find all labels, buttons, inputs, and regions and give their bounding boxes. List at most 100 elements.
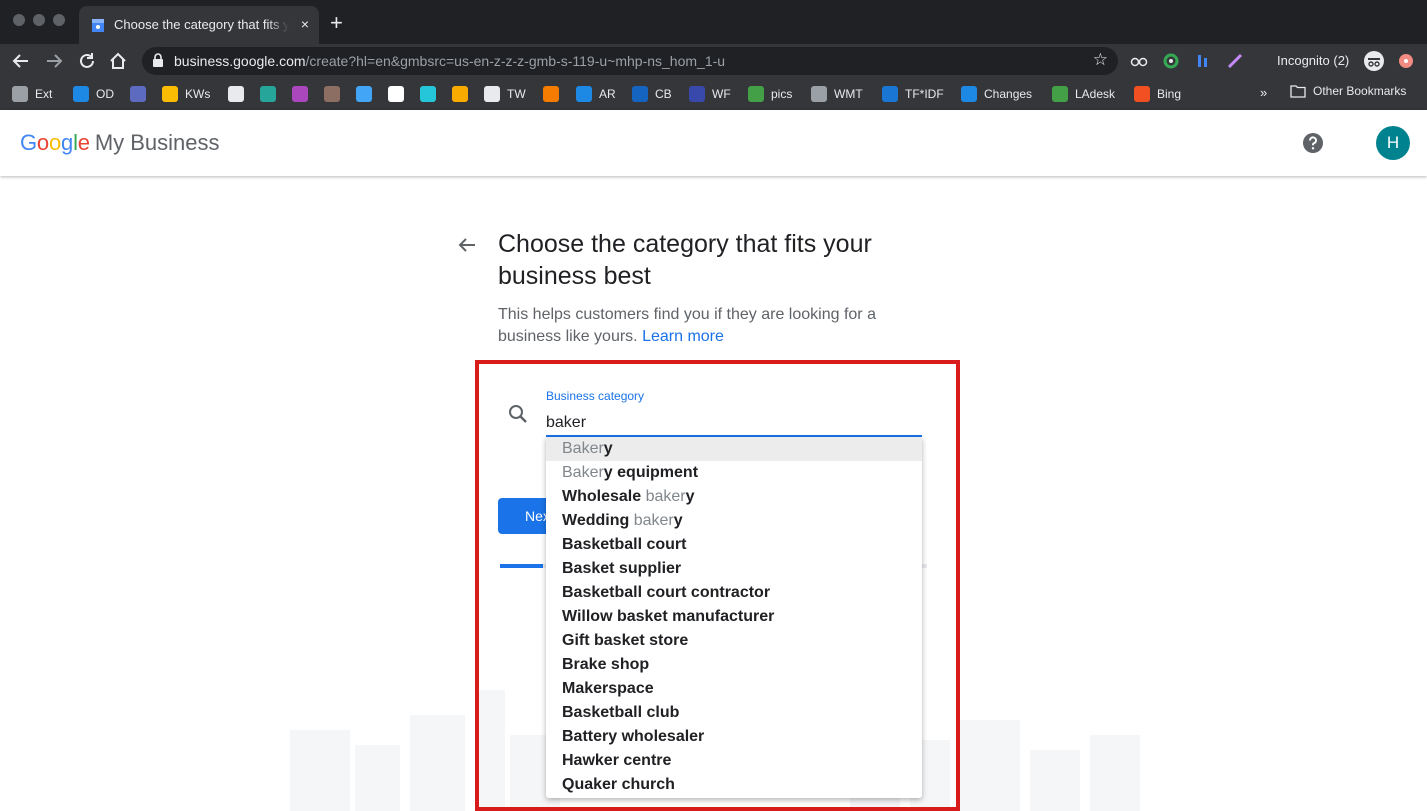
category-suggestion[interactable]: Bakery (546, 437, 922, 461)
extension-glasses-icon[interactable] (1130, 52, 1148, 70)
browser-toolbar: business.google.com/create?hl=en&gmbsrc=… (0, 44, 1427, 78)
window-close-dot[interactable] (13, 14, 25, 26)
bookmark-favicon-icon (260, 86, 276, 102)
bookmark-favicon-icon (632, 86, 648, 102)
bookmark-item[interactable] (260, 84, 276, 104)
category-suggestion[interactable]: Makerspace (546, 677, 922, 701)
product-name: My Business (94, 130, 220, 155)
category-suggestion[interactable]: Brake shop (546, 653, 922, 677)
bookmark-item[interactable]: Changes (961, 84, 1032, 104)
back-arrow-icon[interactable] (455, 233, 479, 257)
browser-tab-strip: Choose the category that fits your busin… (0, 0, 1427, 44)
bookmark-item[interactable] (388, 84, 404, 104)
bookmark-favicon-icon (292, 86, 308, 102)
new-tab-button[interactable]: + (330, 12, 343, 34)
bookmark-item[interactable]: LAdesk (1052, 84, 1115, 104)
bookmark-label: Bing (1157, 87, 1182, 101)
bookmark-favicon-icon (356, 86, 372, 102)
category-suggestion[interactable]: Gift basket store (546, 629, 922, 653)
profile-dot-icon[interactable] (1397, 52, 1415, 70)
learn-more-link[interactable]: Learn more (642, 328, 724, 345)
category-suggestion[interactable]: Wedding bakery (546, 509, 922, 533)
page-subtitle: This helps customers find you if they ar… (498, 304, 898, 348)
bookmark-item[interactable]: OD (73, 84, 114, 104)
bookmark-favicon-icon (420, 86, 436, 102)
logo-letter: e (77, 130, 90, 155)
bookmarks-bar: » Other Bookmarks Ext OD KWs TW AR CB WF pics WM… (0, 78, 1427, 110)
category-suggestion[interactable]: Bakery equipment (546, 461, 922, 485)
bookmark-item[interactable]: CB (632, 84, 672, 104)
bookmark-favicon-icon (73, 86, 89, 102)
business-category-label: Business category (546, 389, 645, 403)
extension-bars-icon[interactable] (1195, 52, 1213, 70)
suggestion-text: y (673, 512, 683, 529)
address-bar[interactable]: business.google.com/create?hl=en&gmbsrc=… (142, 47, 1118, 75)
suggestion-text: Makerspace (562, 680, 654, 697)
account-avatar[interactable]: H (1376, 126, 1410, 160)
category-suggestion[interactable]: Basket supplier (546, 557, 922, 581)
category-suggestion[interactable]: Battery wholesaler (546, 725, 922, 749)
reload-icon[interactable] (76, 50, 98, 72)
category-suggestion[interactable]: Quaker church (546, 773, 922, 797)
url-text: business.google.com/create?hl=en&gmbsrc=… (174, 53, 725, 69)
tab-title: Choose the category that fits your busin… (114, 17, 289, 32)
suggestion-text: Wedding (562, 512, 634, 529)
help-icon[interactable] (1302, 132, 1324, 154)
bookmark-item[interactable]: Bing (1134, 84, 1181, 104)
bookmarks-overflow-icon[interactable]: » (1260, 85, 1267, 100)
bookmark-item[interactable]: TW (484, 84, 526, 104)
bookmark-favicon-icon (324, 86, 340, 102)
bookmark-favicon-icon (130, 86, 146, 102)
bookmark-label: KWs (185, 87, 211, 101)
category-suggestion[interactable]: Basketball court contractor (546, 581, 922, 605)
bookmark-item[interactable]: KWs (162, 84, 210, 104)
bookmark-favicon-icon (12, 86, 28, 102)
logo-letter: o (48, 130, 62, 155)
active-tab[interactable]: Choose the category that fits your busin… (79, 6, 319, 44)
suggestion-text: y (603, 440, 613, 457)
bookmark-item[interactable] (356, 84, 372, 104)
bookmark-item[interactable]: WF (689, 84, 731, 104)
bookmark-item[interactable] (543, 84, 559, 104)
incognito-icon[interactable] (1363, 50, 1385, 72)
bookmark-item[interactable]: TF*IDF (882, 84, 944, 104)
category-suggestion[interactable]: Basketball court (546, 533, 922, 557)
suggestion-match-text: baker (633, 512, 674, 529)
bookmark-item[interactable]: Ext (12, 84, 52, 104)
suggestion-match-text: baker (645, 488, 686, 505)
category-suggestion[interactable]: Basketball club (546, 701, 922, 725)
bookmark-item[interactable] (420, 84, 436, 104)
window-zoom-dot[interactable] (53, 14, 65, 26)
category-suggestion[interactable]: Hawker centre (546, 749, 922, 773)
bookmark-item[interactable] (228, 84, 244, 104)
suggestion-text: Basketball court (562, 536, 687, 553)
category-suggestion[interactable]: Willow basket manufacturer (546, 605, 922, 629)
other-bookmarks[interactable]: Other Bookmarks (1290, 84, 1406, 98)
business-category-input[interactable] (546, 410, 922, 437)
suggestion-match-text: Baker (562, 464, 604, 481)
bookmark-item[interactable] (452, 84, 468, 104)
bookmark-item[interactable]: AR (576, 84, 616, 104)
bookmark-favicon-icon (576, 86, 592, 102)
suggestion-text: Quaker church (562, 776, 675, 793)
bookmark-item[interactable]: WMT (811, 84, 863, 104)
bookmark-item[interactable] (292, 84, 308, 104)
extension-feather-icon[interactable] (1226, 52, 1244, 70)
google-my-business-logo[interactable]: Google My Business (20, 130, 220, 156)
suggestion-text: Gift basket store (562, 632, 689, 649)
bookmark-item[interactable] (130, 84, 146, 104)
category-suggestion[interactable]: Wholesale bakery (546, 485, 922, 509)
tab-close-icon[interactable]: × (301, 16, 309, 32)
window-minimize-dot[interactable] (33, 14, 45, 26)
suggestion-text: Battery wholesaler (562, 728, 705, 745)
extension-ring-icon[interactable] (1162, 52, 1180, 70)
bookmark-star-icon[interactable]: ☆ (1093, 50, 1108, 70)
bookmark-label: OD (96, 87, 114, 101)
back-nav-icon[interactable] (10, 50, 32, 72)
bookmark-item[interactable] (324, 84, 340, 104)
category-suggestions-list: Bakery Bakery equipment Wholesale bakery We… (546, 437, 922, 798)
home-icon[interactable] (107, 50, 129, 72)
logo-letter: G (20, 130, 37, 155)
forward-nav-icon[interactable] (43, 50, 65, 72)
bookmark-item[interactable]: pics (748, 84, 792, 104)
